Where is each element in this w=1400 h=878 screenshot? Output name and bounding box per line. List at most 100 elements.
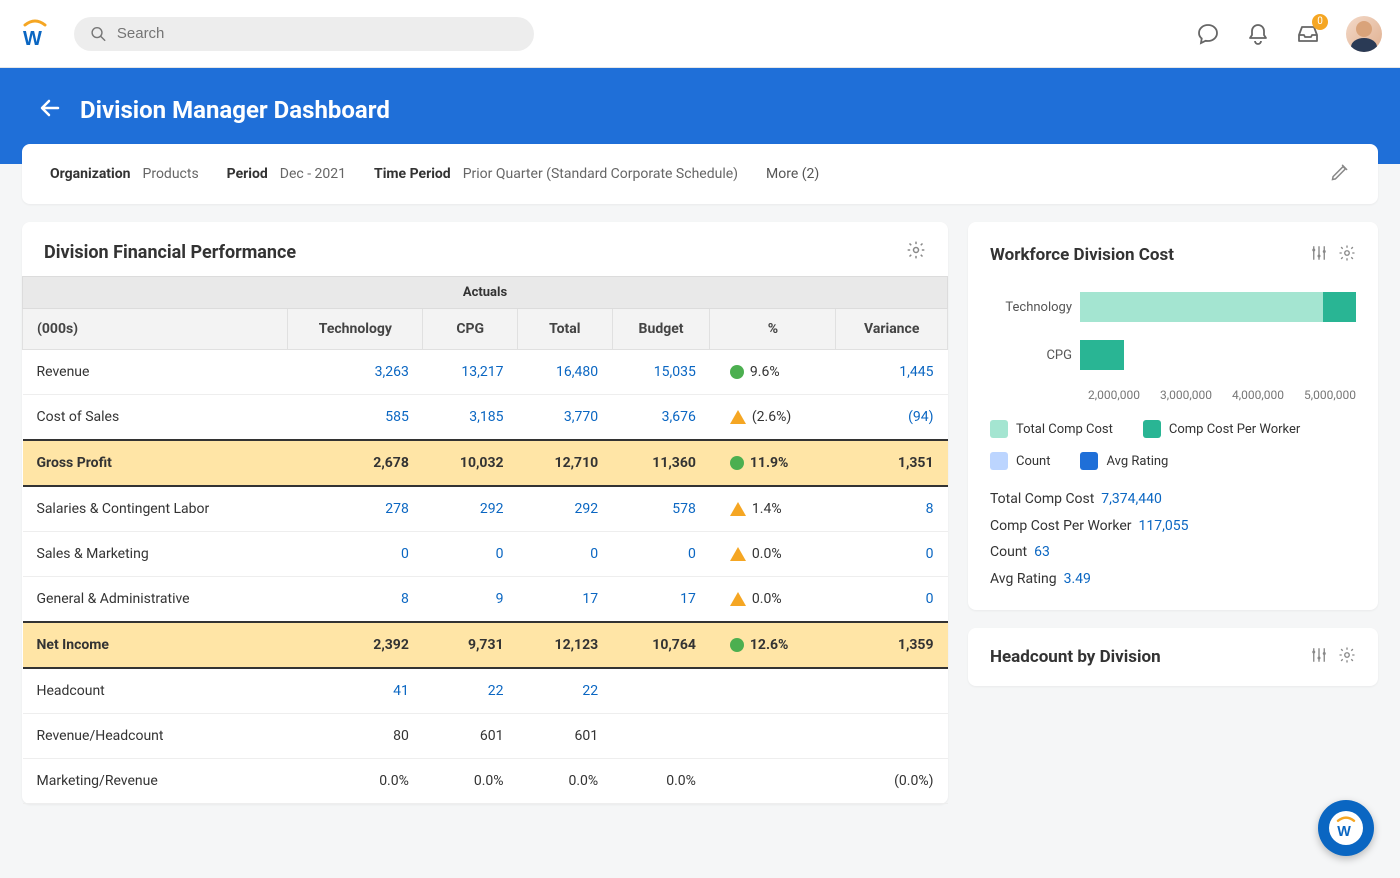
cell-cpg[interactable]: 22 bbox=[423, 668, 518, 714]
filter-label: Organization bbox=[50, 166, 131, 182]
sliders-icon[interactable] bbox=[1310, 244, 1328, 266]
filter-label: Period bbox=[227, 166, 268, 182]
filter-bar: Organization Products Period Dec - 2021 … bbox=[22, 144, 1378, 204]
topbar-icons: 0 bbox=[1196, 16, 1382, 52]
cell-variance[interactable]: 0 bbox=[836, 532, 948, 577]
table-row: Sales & Marketing00000.0%0 bbox=[23, 532, 948, 577]
filter-time-period[interactable]: Time Period Prior Quarter (Standard Corp… bbox=[374, 166, 738, 182]
cell-budget[interactable]: 17 bbox=[612, 577, 710, 623]
row-name: Salaries & Contingent Labor bbox=[23, 486, 288, 532]
table-row: Revenue/Headcount80601601 bbox=[23, 714, 948, 759]
sliders-icon[interactable] bbox=[1310, 646, 1328, 668]
legend-count[interactable]: Count bbox=[990, 452, 1050, 470]
search-box[interactable] bbox=[74, 17, 534, 51]
cell-cpg[interactable]: 9 bbox=[423, 577, 518, 623]
cell-budget[interactable]: 15,035 bbox=[612, 350, 710, 395]
bell-icon[interactable] bbox=[1246, 22, 1270, 46]
filter-value: Dec - 2021 bbox=[280, 166, 346, 182]
filter-organization[interactable]: Organization Products bbox=[50, 166, 199, 182]
bar-label-technology: Technology bbox=[990, 300, 1080, 315]
workforce-chart: Technology CPG 2,000,000 bbox=[968, 270, 1378, 610]
cell-cpg[interactable]: 0 bbox=[423, 532, 518, 577]
cell-variance[interactable]: (94) bbox=[836, 395, 948, 441]
cell-tech[interactable]: 585 bbox=[288, 395, 423, 441]
svg-text:W: W bbox=[1337, 824, 1351, 840]
cell-tech[interactable]: 0 bbox=[288, 532, 423, 577]
cell-budget[interactable]: 578 bbox=[612, 486, 710, 532]
cell-cpg[interactable]: 292 bbox=[423, 486, 518, 532]
cell-pct: 1.4% bbox=[710, 486, 836, 532]
cell-cpg: 10,032 bbox=[423, 440, 518, 486]
col-variance: Variance bbox=[836, 309, 948, 350]
cell-budget: 10,764 bbox=[612, 622, 710, 668]
table-row: Revenue3,26313,21716,48015,0359.6%1,445 bbox=[23, 350, 948, 395]
cell-total[interactable]: 3,770 bbox=[518, 395, 613, 441]
cell-cpg[interactable]: 3,185 bbox=[423, 395, 518, 441]
legend-avg-rating[interactable]: Avg Rating bbox=[1080, 452, 1168, 470]
gear-icon[interactable] bbox=[1338, 646, 1356, 668]
cell-pct bbox=[710, 714, 836, 759]
cell-tech[interactable]: 8 bbox=[288, 577, 423, 623]
row-name: Revenue/Headcount bbox=[23, 714, 288, 759]
row-name: Headcount bbox=[23, 668, 288, 714]
filter-period[interactable]: Period Dec - 2021 bbox=[227, 166, 346, 182]
cell-variance: 1,351 bbox=[836, 440, 948, 486]
cell-total[interactable]: 292 bbox=[518, 486, 613, 532]
cell-tech[interactable]: 3,263 bbox=[288, 350, 423, 395]
cell-total[interactable]: 16,480 bbox=[518, 350, 613, 395]
cell-tech: 2,392 bbox=[288, 622, 423, 668]
row-name: Marketing/Revenue bbox=[23, 759, 288, 804]
cell-variance: 1,359 bbox=[836, 622, 948, 668]
page-title: Division Manager Dashboard bbox=[80, 96, 390, 124]
legend-per-worker[interactable]: Comp Cost Per Worker bbox=[1143, 420, 1300, 438]
cell-variance[interactable]: 1,445 bbox=[836, 350, 948, 395]
cell-pct: 11.9% bbox=[710, 440, 836, 486]
cell-budget[interactable]: 0 bbox=[612, 532, 710, 577]
cell-pct bbox=[710, 759, 836, 804]
cell-total[interactable]: 17 bbox=[518, 577, 613, 623]
cell-budget bbox=[612, 714, 710, 759]
bar-cpg[interactable] bbox=[1080, 340, 1356, 370]
cell-variance[interactable]: 8 bbox=[836, 486, 948, 532]
col-total: Total bbox=[518, 309, 613, 350]
chart-legend: Total Comp Cost Comp Cost Per Worker Cou… bbox=[990, 420, 1356, 470]
inbox-icon[interactable]: 0 bbox=[1296, 22, 1320, 46]
edit-icon[interactable] bbox=[1330, 162, 1350, 186]
workday-logo-icon[interactable]: W bbox=[18, 17, 52, 51]
row-name: Cost of Sales bbox=[23, 395, 288, 441]
cell-budget[interactable]: 3,676 bbox=[612, 395, 710, 441]
headcount-division-card: Headcount by Division bbox=[968, 628, 1378, 686]
filter-value: Products bbox=[143, 166, 199, 182]
col-cpg: CPG bbox=[423, 309, 518, 350]
avatar[interactable] bbox=[1346, 16, 1382, 52]
inbox-badge: 0 bbox=[1312, 14, 1328, 30]
search-input[interactable] bbox=[117, 25, 518, 42]
cell-budget: 11,360 bbox=[612, 440, 710, 486]
cell-cpg[interactable]: 13,217 bbox=[423, 350, 518, 395]
back-icon[interactable] bbox=[38, 96, 62, 124]
bar-label-cpg: CPG bbox=[990, 348, 1080, 363]
gear-icon[interactable] bbox=[1338, 244, 1356, 266]
cell-tech[interactable]: 41 bbox=[288, 668, 423, 714]
chart-axis: 2,000,000 3,000,000 4,000,000 5,000,000 bbox=[990, 388, 1356, 402]
gear-icon[interactable] bbox=[906, 240, 926, 264]
cell-total[interactable]: 0 bbox=[518, 532, 613, 577]
cell-variance[interactable]: 0 bbox=[836, 577, 948, 623]
row-name: General & Administrative bbox=[23, 577, 288, 623]
table-row: Gross Profit2,67810,03212,71011,36011.9%… bbox=[23, 440, 948, 486]
col-pct: % bbox=[710, 309, 836, 350]
filter-more-link[interactable]: More (2) bbox=[766, 166, 819, 182]
cell-total[interactable]: 22 bbox=[518, 668, 613, 714]
help-fab[interactable]: W bbox=[1318, 800, 1374, 856]
bar-technology[interactable] bbox=[1080, 292, 1356, 322]
legend-total-comp[interactable]: Total Comp Cost bbox=[990, 420, 1113, 438]
table-row: Cost of Sales5853,1853,7703,676(2.6%)(94… bbox=[23, 395, 948, 441]
filter-label: Time Period bbox=[374, 166, 451, 182]
cell-tech[interactable]: 278 bbox=[288, 486, 423, 532]
cell-budget[interactable] bbox=[612, 668, 710, 714]
table-row: Headcount412222 bbox=[23, 668, 948, 714]
row-name: Net Income bbox=[23, 622, 288, 668]
chat-icon[interactable] bbox=[1196, 22, 1220, 46]
card-title: Division Financial Performance bbox=[44, 242, 296, 263]
cell-variance[interactable] bbox=[836, 668, 948, 714]
